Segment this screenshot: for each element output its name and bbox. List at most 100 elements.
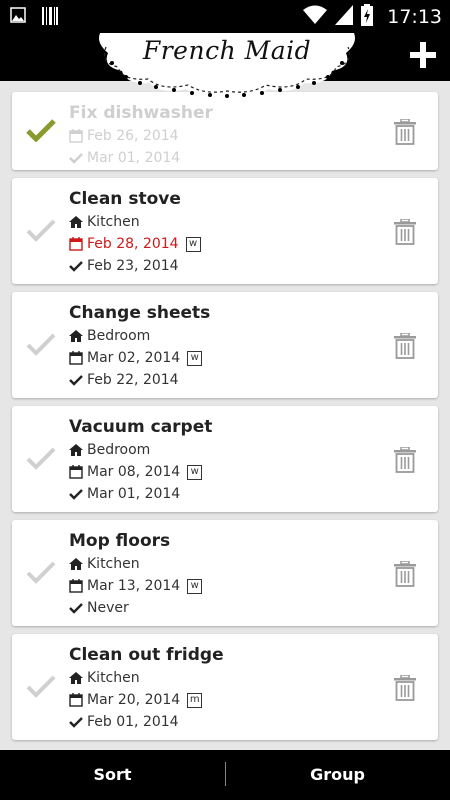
frequency-badge: w [187,350,203,366]
delete-button[interactable] [394,674,416,701]
trash-icon [394,674,416,701]
last-done-row: Mar 01, 2014 [69,483,212,505]
last-done-date: Feb 01, 2014 [87,714,179,730]
complete-toggle[interactable] [26,560,56,584]
chore-card[interactable]: Mop floors Kitchen Mar 13, 2014 w Never [12,520,438,626]
frequency-badge: w [187,578,203,594]
chore-title: Fix dishwasher [69,103,213,123]
calendar-icon [69,129,83,143]
calendar-icon [69,237,83,251]
room-name: Bedroom [87,442,151,458]
room-name: Kitchen [87,556,140,572]
complete-toggle[interactable] [26,332,56,356]
plus-icon [410,42,436,68]
sort-button[interactable]: Sort [0,750,225,800]
status-bar: 17:13 [0,0,450,33]
small-check-icon [69,603,83,614]
calendar-icon [69,465,83,479]
last-done-row: Feb 23, 2014 [69,255,201,277]
clock: 17:13 [387,6,442,28]
trash-icon [394,332,416,359]
app-title: French Maid [142,36,312,65]
complete-toggle[interactable] [26,674,56,698]
image-icon [10,7,26,29]
due-date: Mar 13, 2014 [87,578,181,594]
room-row: Bedroom [69,325,210,347]
last-done-row: Feb 22, 2014 [69,369,210,391]
check-icon [26,333,56,356]
frequency-badge: w [185,236,201,252]
chore-title: Clean out fridge [69,645,224,665]
home-icon [69,444,83,456]
last-done-date: Feb 23, 2014 [87,258,179,274]
small-check-icon [69,375,83,386]
trash-icon [394,118,416,145]
trash-icon [394,560,416,587]
complete-toggle[interactable] [26,218,56,242]
group-button[interactable]: Group [225,750,450,800]
room-name: Kitchen [87,214,140,230]
signal-icon [335,5,354,29]
chore-title: Vacuum carpet [69,417,213,437]
delete-button[interactable] [394,332,416,359]
app-header: French Maid [0,33,450,98]
barcode-icon [42,7,58,29]
frequency-badge: m [187,692,203,708]
check-icon [26,675,56,698]
calendar-icon [69,693,83,707]
due-date-row: Mar 08, 2014 w [69,461,212,483]
complete-toggle[interactable] [26,118,56,143]
trash-icon [394,218,416,245]
delete-button[interactable] [394,560,416,587]
last-done-row: Feb 01, 2014 [69,711,224,733]
complete-toggle[interactable] [26,446,56,470]
room-row: Kitchen [69,553,202,575]
due-date: Feb 26, 2014 [87,128,179,144]
small-check-icon [69,261,83,272]
last-done-date: Mar 01, 2014 [87,150,181,166]
small-check-icon [69,153,83,164]
app-logo: French Maid [96,33,358,99]
wifi-icon [303,5,328,29]
room-name: Bedroom [87,328,151,344]
chore-title: Mop floors [69,531,171,551]
delete-button[interactable] [394,446,416,473]
last-done-date: Never [87,600,129,616]
due-date: Mar 08, 2014 [87,464,181,480]
chore-card[interactable]: Fix dishwasher Feb 26, 2014 Mar 01, 2014 [12,92,438,170]
add-chore-button[interactable] [410,42,436,68]
due-date-row: Mar 13, 2014 w [69,575,203,597]
last-done-row: Never [69,597,202,619]
calendar-icon [69,351,83,365]
small-check-icon [69,489,83,500]
room-row: Kitchen [69,667,224,689]
home-icon [69,672,83,684]
chore-card[interactable]: Vacuum carpet Bedroom Mar 08, 2014 w Mar… [12,406,438,512]
home-icon [69,216,83,228]
chore-card[interactable]: Clean out fridge Kitchen Mar 20, 2014 m … [12,634,438,740]
last-done-row: Mar 01, 2014 [69,147,213,169]
room-name: Kitchen [87,670,140,686]
due-date-row: Feb 26, 2014 [69,125,213,147]
chore-card[interactable]: Change sheets Bedroom Mar 02, 2014 w Feb… [12,292,438,398]
due-date: Mar 02, 2014 [87,350,181,366]
frequency-badge: w [187,464,203,480]
chore-title: Change sheets [69,303,211,323]
chore-title: Clean stove [69,189,181,209]
calendar-icon [69,579,83,593]
room-row: Kitchen [69,211,201,233]
battery-charging-icon [361,4,374,30]
delete-button[interactable] [394,118,416,145]
due-date: Mar 20, 2014 [87,692,181,708]
check-icon [26,447,56,470]
check-icon [26,119,56,143]
due-date-row: Mar 20, 2014 m [69,689,224,711]
home-icon [69,330,83,342]
check-icon [26,219,56,242]
due-date-row: Mar 02, 2014 w [69,347,210,369]
last-done-date: Mar 01, 2014 [87,486,181,502]
delete-button[interactable] [394,218,416,245]
chore-card[interactable]: Clean stove Kitchen Feb 28, 2014 w Feb 2… [12,178,438,284]
last-done-date: Feb 22, 2014 [87,372,179,388]
small-check-icon [69,717,83,728]
